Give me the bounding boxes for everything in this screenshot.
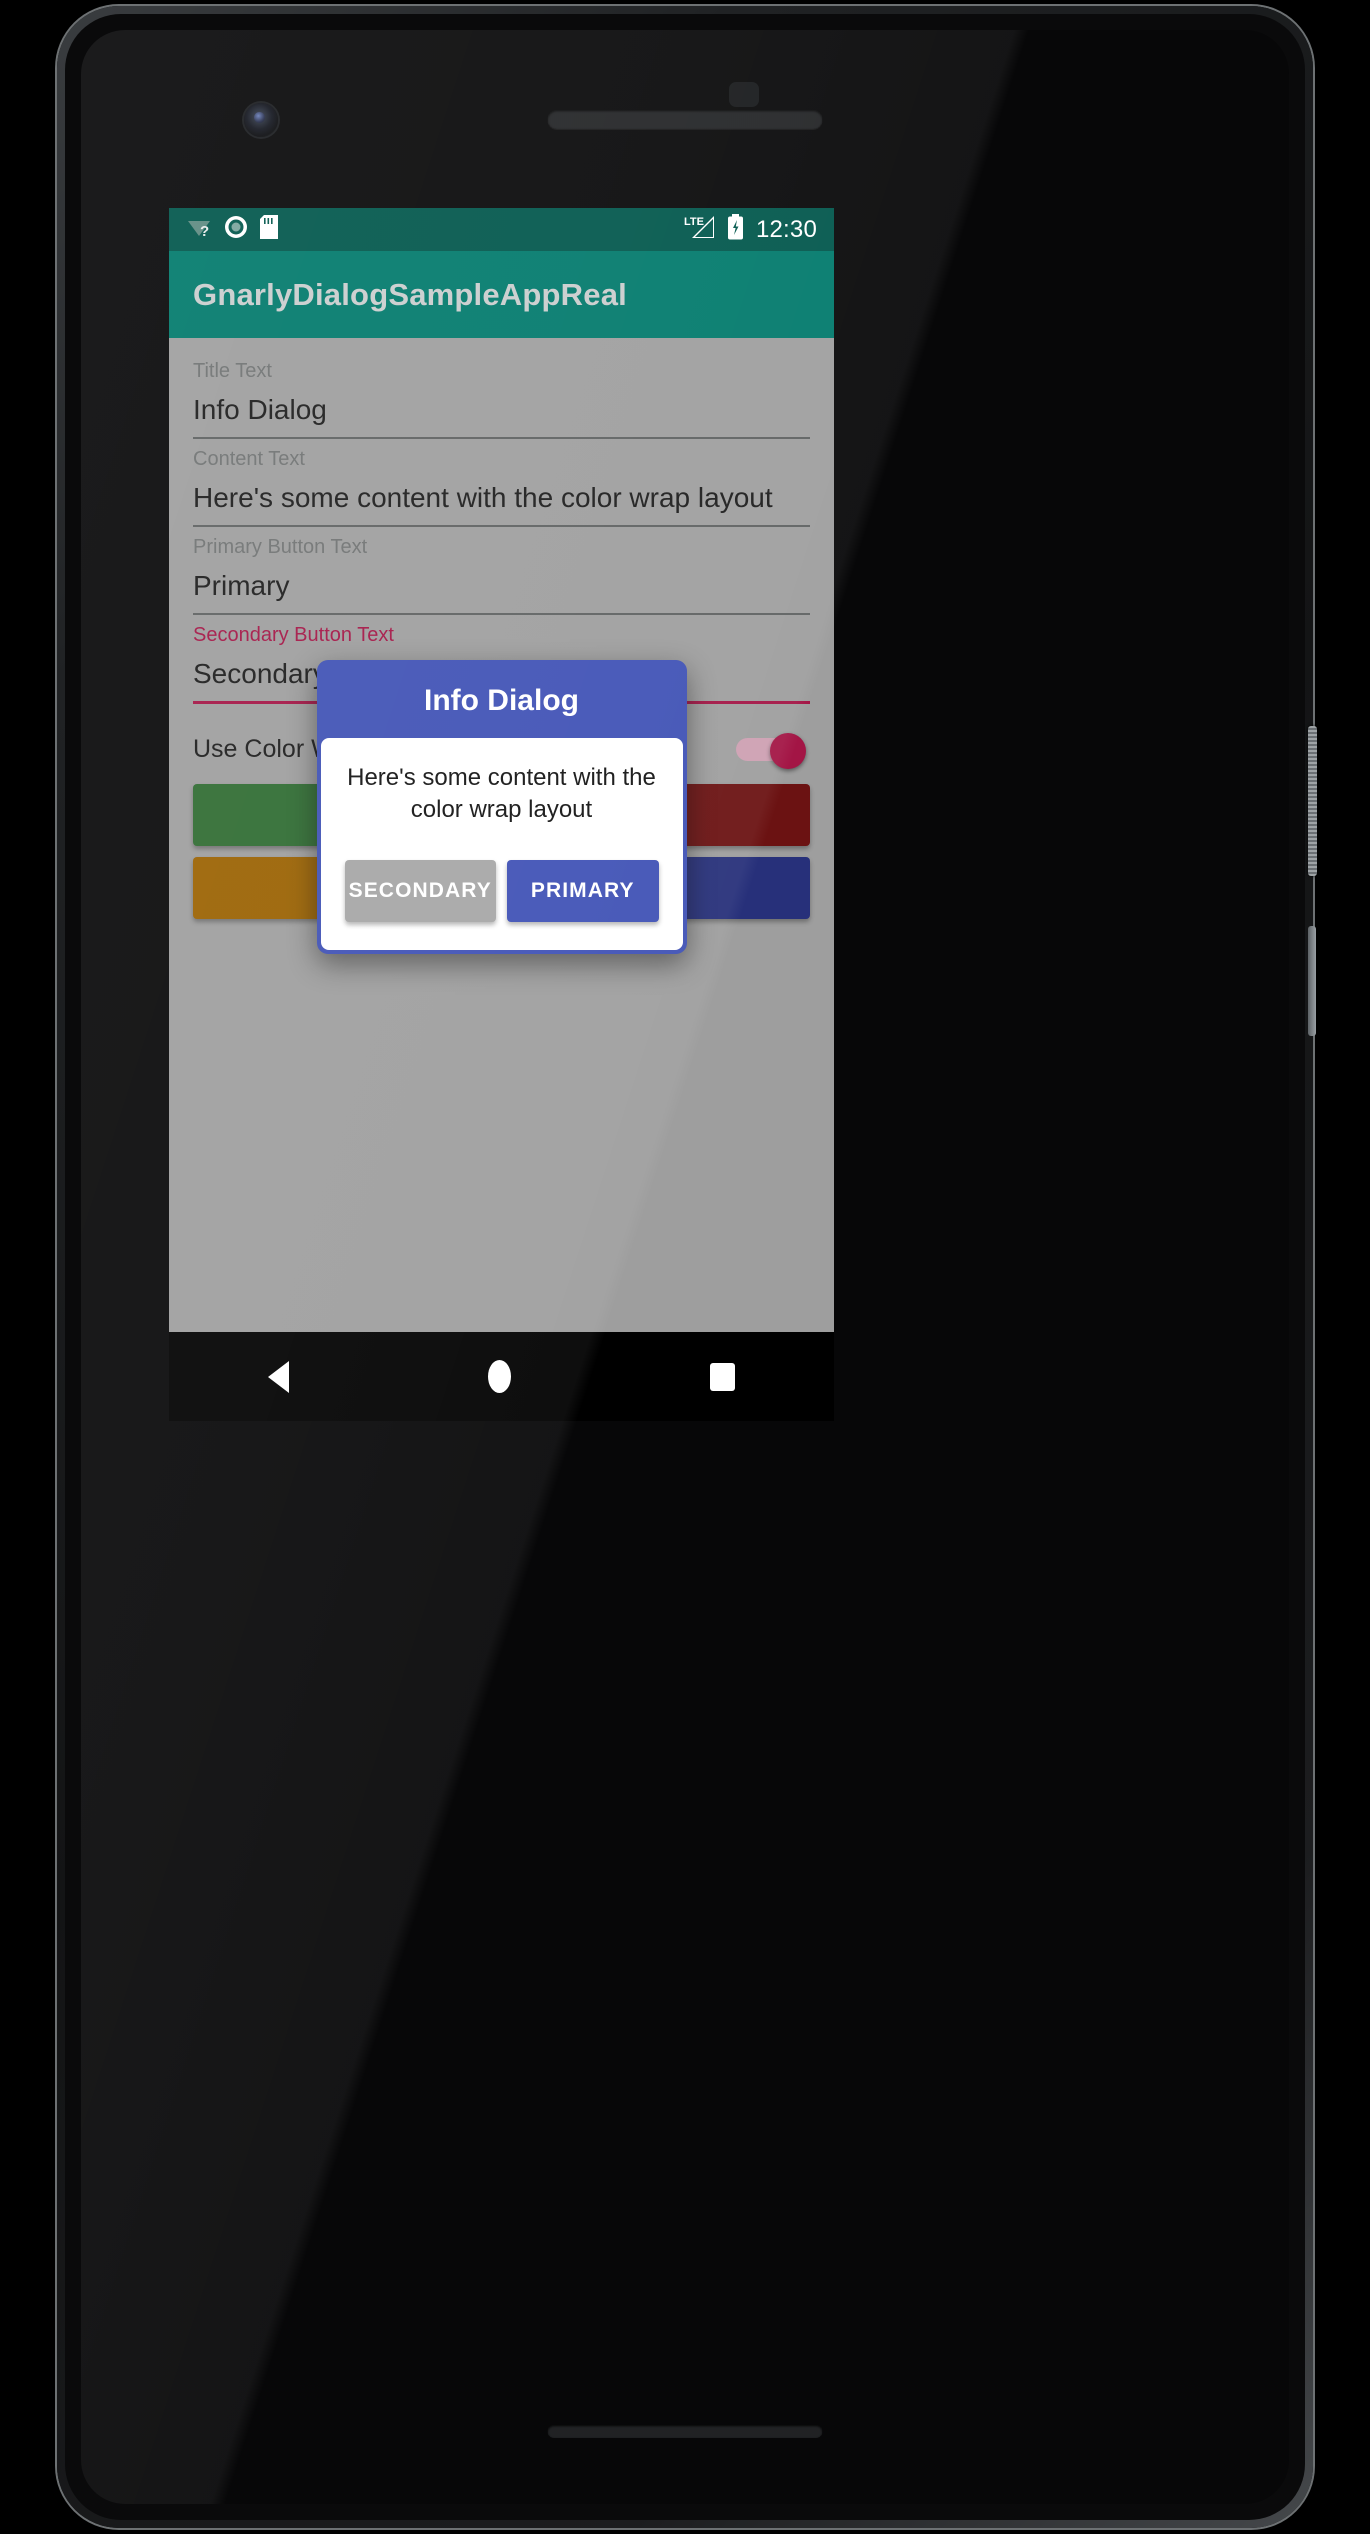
front-camera: [244, 103, 278, 137]
battery-charging-icon: [727, 214, 744, 245]
back-nav-button[interactable]: [268, 1360, 290, 1393]
earpiece-speaker: [547, 110, 823, 129]
app-bar: GnarlyDialogSampleAppReal: [169, 251, 834, 338]
system-navigation-bar: [169, 1332, 834, 1421]
power-button[interactable]: [1308, 726, 1317, 876]
volume-button[interactable]: [1308, 926, 1316, 1036]
wifi-question-icon: ?: [186, 216, 212, 243]
gps-icon: [224, 215, 248, 244]
status-bar-left-icons: ?: [186, 215, 278, 244]
device-bezel: ? LTE 12:30 GnarlyDialogSampleAppReal Ti…: [65, 14, 1305, 2520]
status-bar: ? LTE 12:30: [169, 208, 834, 251]
home-nav-button[interactable]: [487, 1360, 511, 1393]
dialog-primary-button[interactable]: PRIMARY: [507, 860, 659, 922]
dialog-message: Here's some content with the color wrap …: [347, 764, 656, 823]
status-clock: 12:30: [755, 215, 817, 243]
lte-signal-icon: LTE: [684, 214, 718, 245]
info-dialog: Info Dialog Here's some content with the…: [316, 660, 687, 954]
bottom-speaker: [547, 2425, 823, 2438]
dialog-actions: SECONDARY PRIMARY: [341, 860, 663, 926]
recents-nav-button[interactable]: [709, 1362, 735, 1391]
proximity-sensor: [729, 82, 759, 107]
phone-screen: ? LTE 12:30 GnarlyDialogSampleAppReal Ti…: [169, 208, 834, 1332]
phone-device-frame: ? LTE 12:30 GnarlyDialogSampleAppReal Ti…: [57, 6, 1317, 2528]
dialog-title: Info Dialog: [424, 684, 579, 717]
svg-text:?: ?: [200, 223, 209, 238]
app-content: Title Text Info Dialog Content Text Here…: [169, 338, 834, 1332]
status-bar-right-icons: LTE 12:30: [684, 214, 817, 245]
device-glass-face: ? LTE 12:30 GnarlyDialogSampleAppReal Ti…: [81, 30, 1289, 2504]
dialog-secondary-button[interactable]: SECONDARY: [344, 860, 496, 922]
sd-card-icon: [260, 215, 278, 244]
app-title: GnarlyDialogSampleAppReal: [193, 276, 627, 312]
dialog-body: Here's some content with the color wrap …: [320, 738, 683, 950]
lte-label: LTE: [684, 216, 704, 228]
